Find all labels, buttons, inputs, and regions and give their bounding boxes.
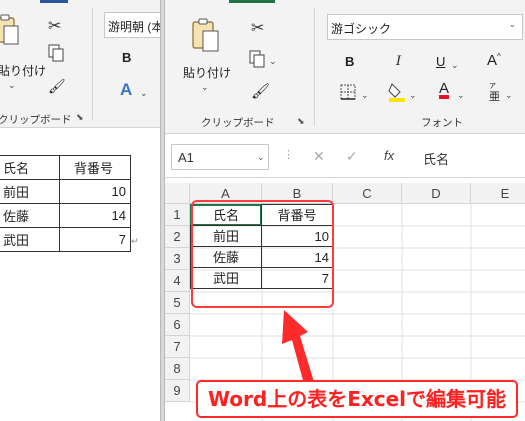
row-header-7[interactable]: 7 (165, 336, 190, 358)
paste-button-label[interactable]: 貼り付け (183, 64, 231, 81)
column-header-d[interactable]: D (402, 183, 471, 204)
enter-check-icon[interactable]: ✓ (346, 148, 358, 165)
cell-b1[interactable]: 背番号 (261, 204, 333, 226)
cancel-icon[interactable]: ✕ (313, 148, 325, 165)
font-name-value: 游ゴシック (331, 22, 392, 36)
excel-clipboard-group-label: クリップボード (201, 117, 275, 129)
paste-dropdown-icon[interactable]: ⌄ (8, 80, 16, 91)
word-window: 貼り付け ⌄ ✂ 🖌 クリップボード ⬊ 游明朝 (本 B A ⌄ 氏名 背番号… (0, 0, 160, 421)
word-active-tab-indicator (40, 0, 68, 3)
font-color-dropdown-icon[interactable]: ⌄ (457, 90, 465, 101)
formula-bar: A1 ⌄ ⋮ ✕ ✓ fx 氏名 (165, 134, 525, 178)
column-header-e[interactable]: E (471, 183, 525, 204)
text-effect-icon[interactable]: A (120, 80, 132, 100)
format-painter-icon[interactable]: 🖌 (251, 82, 270, 100)
row-header-9[interactable]: 9 (165, 380, 190, 402)
copy-icon[interactable] (249, 50, 265, 68)
annotation-arrow-icon (282, 310, 314, 384)
table-cell[interactable]: 氏名 (0, 155, 60, 180)
row-header-3[interactable]: 3 (165, 248, 190, 270)
word-ribbon: 貼り付け ⌄ ✂ 🖌 クリップボード ⬊ 游明朝 (本 B A ⌄ (0, 0, 160, 128)
excel-active-tab-indicator (229, 0, 275, 3)
cell-a1[interactable]: 氏名 (190, 204, 262, 226)
fill-color-dropdown-icon[interactable]: ⌄ (409, 90, 417, 101)
cell-a3[interactable]: 佐藤 (190, 246, 262, 268)
row-header-8[interactable]: 8 (165, 358, 190, 380)
paste-icon[interactable] (191, 18, 221, 54)
insert-function-icon[interactable]: fx (384, 148, 394, 163)
cell-b4[interactable]: 7 (261, 267, 333, 289)
table-row: 前田 10 (0, 179, 131, 204)
word-table: 氏名 背番号 前田 10 佐藤 14 武田 7 (0, 155, 131, 252)
grow-font-button[interactable]: A^ (487, 52, 501, 69)
formula-bar-grip-icon[interactable]: ⋮ (283, 148, 294, 161)
row-header-5[interactable]: 5 (165, 292, 190, 314)
table-row: 武田 7 (0, 227, 131, 252)
column-header-a[interactable]: A (190, 183, 262, 204)
cut-icon[interactable]: ✂ (251, 18, 264, 38)
text-effect-dropdown-icon[interactable]: ⌄ (140, 88, 148, 99)
border-dropdown-icon[interactable]: ⌄ (361, 90, 369, 101)
table-cell[interactable]: 佐藤 (0, 203, 60, 228)
phonetic-dropdown-icon[interactable]: ⌄ (505, 90, 513, 101)
row-header-4[interactable]: 4 (165, 270, 190, 292)
copy-dropdown-icon[interactable]: ⌄ (269, 56, 277, 67)
table-cell[interactable]: 前田 (0, 179, 60, 204)
word-bold-button[interactable]: B (122, 50, 131, 65)
table-cell[interactable]: 14 (59, 203, 131, 228)
paste-icon[interactable] (0, 14, 20, 48)
font-name-dropdown-icon[interactable]: ⌄ (508, 19, 516, 30)
table-cell[interactable]: 背番号 (59, 155, 131, 180)
cell-a2[interactable]: 前田 (190, 225, 262, 247)
clipboard-launcher-icon[interactable]: ⬊ (297, 116, 305, 127)
underline-dropdown-icon[interactable]: ⌄ (451, 60, 459, 71)
cut-icon[interactable]: ✂ (48, 16, 61, 36)
ribbon-separator (92, 8, 93, 120)
copy-icon[interactable] (48, 44, 64, 62)
word-font-name-box[interactable]: 游明朝 (本 (104, 12, 160, 38)
excel-window: 貼り付け ⌄ ✂ ⌄ 🖌 クリップボード ⬊ 游ゴシック ⌄ B I U ⌄ A… (165, 0, 525, 421)
paragraph-mark-icon: ↵ (131, 236, 139, 246)
row-header-1[interactable]: 1 (165, 204, 190, 226)
annotation-callout: Word上の表をExcelで編集可能 (196, 380, 518, 418)
word-clipboard-group-label: クリップボード (0, 114, 72, 126)
phonetic-button[interactable]: ア亜 (489, 82, 500, 103)
row-header-6[interactable]: 6 (165, 314, 190, 336)
cell-b3[interactable]: 14 (261, 246, 333, 268)
grow-font-label: A (487, 52, 498, 69)
cell-a4[interactable]: 武田 (190, 267, 262, 289)
fill-color-icon[interactable] (388, 82, 406, 102)
bold-button[interactable]: B (345, 54, 354, 69)
paste-button-label[interactable]: 貼り付け (0, 62, 46, 79)
excel-font-group-label: フォント (421, 117, 463, 129)
column-header-b[interactable]: B (262, 183, 333, 204)
table-row: 佐藤 14 (0, 203, 131, 228)
underline-button[interactable]: U (436, 54, 445, 69)
column-header-c[interactable]: C (333, 183, 402, 204)
font-color-button[interactable]: A (439, 80, 449, 97)
format-painter-icon[interactable]: 🖌 (48, 78, 66, 95)
paste-dropdown-icon[interactable]: ⌄ (201, 82, 209, 93)
row-header-2[interactable]: 2 (165, 226, 190, 248)
ribbon-separator (314, 8, 315, 126)
select-all-corner[interactable] (165, 183, 190, 204)
table-cell[interactable]: 武田 (0, 227, 60, 252)
table-cell[interactable]: 7 (59, 227, 131, 252)
table-cell[interactable]: 10 (59, 179, 131, 204)
cell-b2[interactable]: 10 (261, 225, 333, 247)
name-box[interactable]: A1 (171, 144, 269, 170)
italic-button[interactable]: I (396, 54, 401, 69)
border-icon[interactable] (340, 84, 356, 100)
name-box-dropdown-icon[interactable]: ⌄ (257, 152, 265, 163)
excel-ribbon: 貼り付け ⌄ ✂ ⌄ 🖌 クリップボード ⬊ 游ゴシック ⌄ B I U ⌄ A… (165, 0, 525, 134)
formula-input[interactable]: 氏名 (415, 144, 525, 170)
phonetic-label: 亜 (489, 91, 500, 103)
table-row: 氏名 背番号 (0, 155, 131, 180)
clipboard-launcher-icon[interactable]: ⬊ (76, 112, 84, 123)
excel-font-name-box[interactable]: 游ゴシック ⌄ (327, 14, 523, 40)
